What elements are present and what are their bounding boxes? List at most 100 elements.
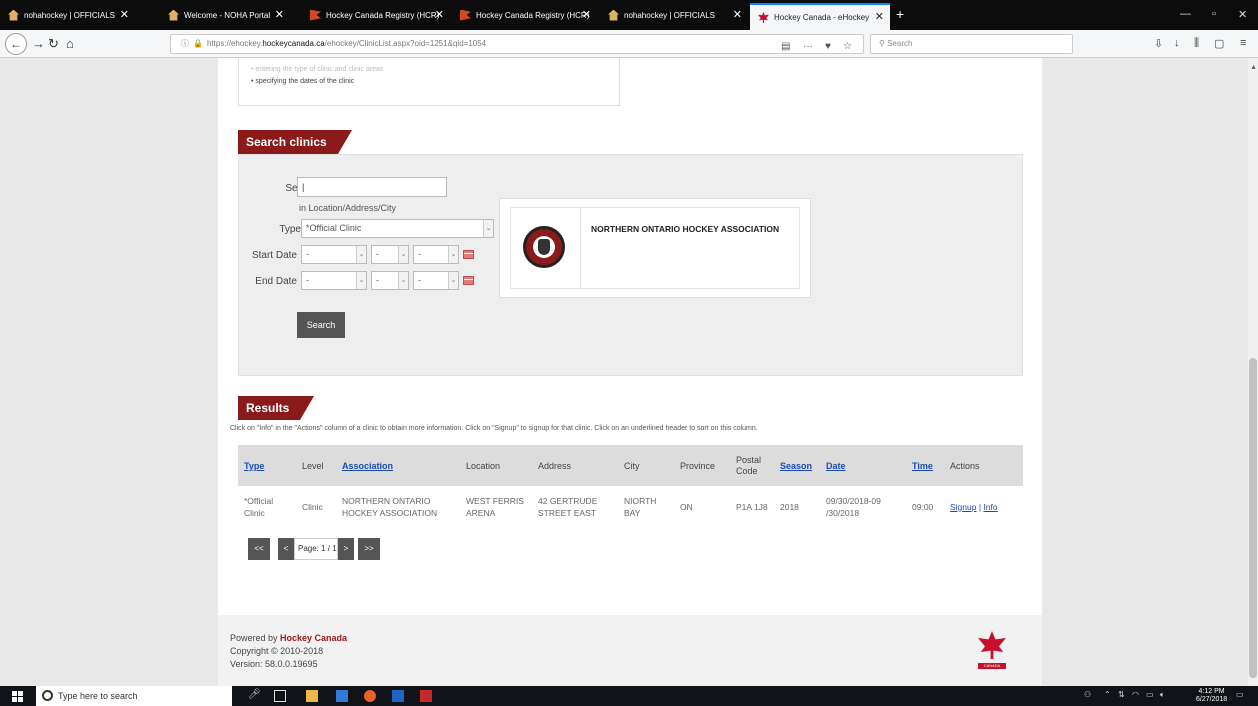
home-icon[interactable]: ⌂: [66, 36, 74, 51]
chevron-up-icon[interactable]: ⌃: [1104, 690, 1111, 699]
lock-icon: 🔒: [193, 39, 203, 48]
pocket-icon[interactable]: ♥: [825, 38, 831, 56]
menu-icon[interactable]: ≡: [1240, 37, 1246, 49]
end-day-select[interactable]: - ⌄: [413, 271, 459, 290]
next-page-button[interactable]: >: [338, 538, 354, 560]
last-page-button[interactable]: >>: [358, 538, 380, 560]
house-icon: [608, 9, 619, 21]
sort-time-header[interactable]: Time: [912, 461, 933, 471]
close-icon[interactable]: ✕: [120, 8, 129, 21]
page-indicator: Page: 1 / 1: [294, 538, 338, 560]
first-page-button[interactable]: <<: [248, 538, 270, 560]
taskbar-search-input[interactable]: Type here to search: [36, 686, 232, 706]
start-year-select[interactable]: - ⌄: [301, 245, 367, 264]
minimize-icon[interactable]: —: [1180, 8, 1191, 20]
chat-icon[interactable]: ▭: [1146, 690, 1154, 699]
noha-crest-logo: [523, 226, 565, 268]
page-scrollbar[interactable]: ▲: [1248, 58, 1258, 686]
url-bar[interactable]: ⓘ 🔒 https://ehockey.hockeycanada.ca/ehocke…: [170, 34, 864, 54]
association-card: NORTHERN ONTARIO HOCKEY ASSOCIATION: [499, 198, 811, 298]
search-button[interactable]: Search: [297, 312, 345, 338]
close-icon[interactable]: ✕: [733, 8, 742, 21]
calendar-icon[interactable]: [463, 276, 474, 285]
end-year-select[interactable]: - ⌄: [301, 271, 367, 290]
browser-tab[interactable]: Hockey Canada Registry (HCR) ✕: [452, 3, 597, 27]
browser-tab-active[interactable]: Hockey Canada - eHockey ✕: [750, 3, 890, 30]
close-icon[interactable]: ✕: [275, 8, 284, 21]
house-icon: [8, 9, 19, 21]
windows-taskbar: Type here to search 🎤︎ ⚇ ⌃ ⇅ ◠ ▭ 🔈︎ 4:12…: [0, 686, 1258, 706]
house-icon: [168, 9, 179, 21]
results-description: Click on "Info" in the "Actions" column …: [230, 425, 758, 432]
new-tab-icon[interactable]: +: [896, 6, 904, 22]
scroll-up-icon[interactable]: ▲: [1250, 64, 1257, 71]
outlook-icon[interactable]: [392, 690, 404, 702]
browser-tab[interactable]: nohahockey | OFFICIALS ✕: [600, 3, 748, 27]
task-view-icon[interactable]: [274, 690, 286, 702]
browser-tab-bar: nohahockey | OFFICIALS ✕ Welcome - NOHA …: [0, 0, 1258, 30]
sort-season-header[interactable]: Season: [780, 461, 812, 471]
table-row: *Official Clinic Clinic NORTHERN ONTARIO H…: [238, 486, 1023, 528]
close-icon[interactable]: ✕: [582, 8, 591, 21]
search-clinics-heading: Search clinics: [238, 130, 352, 154]
chevron-down-icon: ⌄: [356, 272, 366, 289]
prev-page-button[interactable]: <: [278, 538, 294, 560]
forward-arrow-icon[interactable]: →: [32, 36, 45, 51]
cortana-icon: [42, 690, 53, 701]
start-day-select[interactable]: - ⌄: [413, 245, 459, 264]
scrollbar-thumb[interactable]: [1249, 358, 1257, 678]
browser-tab[interactable]: nohahockey | OFFICIALS ✕: [0, 3, 135, 27]
info-box: • entering the type of clinic and clinic…: [238, 58, 620, 106]
start-month-select[interactable]: - ⌄: [371, 245, 409, 264]
flag-icon: [310, 9, 321, 21]
close-icon[interactable]: ✕: [875, 10, 884, 23]
info-icon[interactable]: ⓘ: [181, 39, 189, 48]
notifications-icon[interactable]: ▭: [1236, 690, 1244, 699]
firefox-icon[interactable]: [364, 690, 376, 702]
close-icon[interactable]: ✕: [435, 8, 444, 21]
sidebar-icon[interactable]: ▢: [1214, 37, 1224, 50]
sort-date-header[interactable]: Date: [826, 461, 846, 471]
person-icon[interactable]: ⚇: [1084, 690, 1091, 699]
chevron-down-icon: ⌄: [448, 272, 458, 289]
info-link[interactable]: Info: [983, 502, 997, 512]
people-icon[interactable]: [336, 690, 348, 702]
calendar-icon[interactable]: [463, 250, 474, 259]
library-icon[interactable]: ⫼: [1194, 37, 1199, 50]
volume-icon[interactable]: 🔈︎: [1160, 690, 1165, 700]
reader-view-icon[interactable]: ▤: [781, 38, 790, 56]
search-icon: ⚲: [879, 39, 885, 48]
browser-search-input[interactable]: ⚲ Search: [870, 34, 1073, 54]
end-month-select[interactable]: - ⌄: [371, 271, 409, 290]
hockey-canada-link[interactable]: Hockey Canada: [280, 633, 347, 643]
wifi-icon[interactable]: ◠: [1132, 690, 1139, 699]
footer: Powered by Hockey Canada Copyright © 201…: [218, 615, 1042, 686]
signup-link[interactable]: Signup: [950, 502, 976, 512]
reload-icon[interactable]: ↻: [48, 36, 59, 52]
sort-association-header[interactable]: Association: [342, 461, 393, 471]
association-name: NORTHERN ONTARIO HOCKEY ASSOCIATION: [591, 224, 780, 234]
windows-start-icon[interactable]: [12, 691, 23, 702]
type-select[interactable]: *Official Clinic ⌄: [301, 219, 494, 238]
chevron-down-icon: ⌄: [398, 272, 408, 289]
bookmark-star-icon[interactable]: ☆: [843, 38, 852, 56]
back-arrow-icon[interactable]: ←: [5, 33, 27, 55]
search-panel: Search | in Location/Address/City Type *…: [238, 154, 1023, 376]
network-icon[interactable]: ⇅: [1118, 690, 1125, 699]
browser-tab[interactable]: Welcome - NOHA Portal ✕: [160, 3, 290, 27]
page-actions-icon[interactable]: ···: [803, 38, 813, 56]
acrobat-icon[interactable]: [420, 690, 432, 702]
search-input[interactable]: |: [297, 177, 447, 197]
download-icon[interactable]: ↓: [1174, 37, 1180, 49]
close-window-icon[interactable]: ✕: [1238, 8, 1247, 21]
browser-tab[interactable]: Hockey Canada Registry (HCR) ✕: [302, 3, 450, 27]
library-download-icon[interactable]: ⇩: [1154, 37, 1163, 50]
results-table: Type Level Association Location Address …: [238, 445, 1023, 528]
microphone-icon[interactable]: 🎤︎: [248, 689, 261, 701]
file-explorer-icon[interactable]: [306, 690, 318, 702]
table-header-row: Type Level Association Location Address …: [238, 445, 1023, 486]
maximize-icon[interactable]: ▫: [1212, 8, 1216, 20]
sort-type-header[interactable]: Type: [244, 461, 264, 471]
chevron-down-icon: ⌄: [398, 246, 408, 263]
taskbar-clock[interactable]: 4:12 PM 6/27/2018: [1196, 688, 1227, 704]
